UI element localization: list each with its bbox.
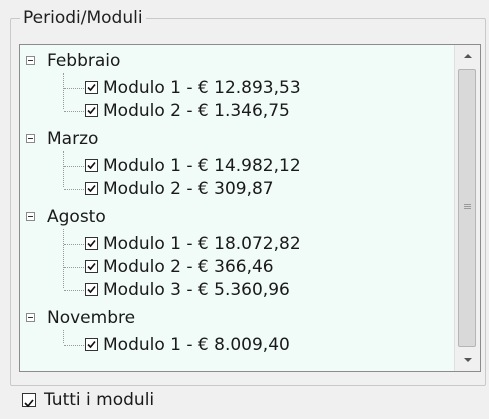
scroll-down-button[interactable] bbox=[455, 349, 480, 371]
checkbox[interactable] bbox=[85, 182, 98, 195]
tree-item-agosto-modulo-1[interactable]: Modulo 1 - € 18.072,82 bbox=[20, 234, 360, 256]
collapse-icon[interactable] bbox=[26, 313, 35, 322]
tree-connector bbox=[64, 166, 84, 167]
tree-item-febbraio-modulo-2[interactable]: Modulo 2 - € 1.346,75 bbox=[20, 101, 360, 123]
checkmark-icon bbox=[87, 239, 96, 248]
module-label: Modulo 1 - € 14.982,12 bbox=[103, 156, 301, 176]
module-label: Modulo 2 - € 1.346,75 bbox=[103, 101, 290, 121]
checkmark-icon bbox=[87, 161, 96, 170]
tree-item-agosto-modulo-3[interactable]: Modulo 3 - € 5.360,96 bbox=[20, 280, 360, 302]
module-label: Modulo 3 - € 5.360,96 bbox=[103, 280, 290, 300]
tree-node-label: Novembre bbox=[47, 308, 136, 328]
tree-node-marzo[interactable]: Marzo bbox=[20, 129, 220, 151]
tree-node-agosto[interactable]: Agosto bbox=[20, 207, 220, 229]
collapse-icon[interactable] bbox=[26, 212, 35, 221]
collapse-icon[interactable] bbox=[26, 56, 35, 65]
scrollbar-thumb[interactable] bbox=[458, 69, 476, 347]
tree-connector bbox=[64, 345, 84, 346]
scroll-up-button[interactable] bbox=[455, 45, 480, 67]
tree-node-label: Marzo bbox=[47, 129, 99, 149]
tree-item-agosto-modulo-2[interactable]: Modulo 2 - € 366,46 bbox=[20, 257, 360, 279]
module-label: Modulo 1 - € 18.072,82 bbox=[103, 234, 301, 254]
checkbox[interactable] bbox=[85, 260, 98, 273]
checkbox[interactable] bbox=[85, 81, 98, 94]
group-title: Periodi/Moduli bbox=[20, 8, 146, 28]
vertical-scrollbar[interactable] bbox=[454, 45, 480, 371]
arrow-up-icon bbox=[464, 54, 472, 58]
checkmark-icon bbox=[87, 285, 96, 294]
checkbox[interactable] bbox=[85, 159, 98, 172]
tree-node-label: Febbraio bbox=[47, 51, 121, 71]
tree-node-label: Agosto bbox=[47, 207, 106, 227]
tree-connector bbox=[64, 244, 84, 245]
tree-connector bbox=[64, 290, 84, 291]
checkbox[interactable] bbox=[85, 283, 98, 296]
module-label: Modulo 2 - € 309,87 bbox=[103, 179, 274, 199]
checkmark-icon bbox=[87, 262, 96, 271]
all-modules-checkbox[interactable] bbox=[22, 393, 36, 408]
tree-item-novembre-modulo-1[interactable]: Modulo 1 - € 8.009,40 bbox=[20, 335, 360, 357]
tree-connector bbox=[64, 189, 84, 190]
collapse-icon[interactable] bbox=[26, 134, 35, 143]
tree-node-febbraio[interactable]: Febbraio bbox=[20, 51, 220, 73]
tree-item-febbraio-modulo-1[interactable]: Modulo 1 - € 12.893,53 bbox=[20, 78, 360, 100]
checkbox[interactable] bbox=[85, 104, 98, 117]
grip-icon bbox=[464, 204, 471, 205]
tree-item-marzo-modulo-2[interactable]: Modulo 2 - € 309,87 bbox=[20, 179, 360, 201]
checkbox[interactable] bbox=[85, 338, 98, 351]
tree-content: Febbraio Modulo 1 - € 12.893,53 Modulo 2… bbox=[20, 45, 452, 371]
periodi-tree[interactable]: Febbraio Modulo 1 - € 12.893,53 Modulo 2… bbox=[19, 44, 481, 372]
checkmark-icon bbox=[87, 340, 96, 349]
checkmark-icon bbox=[87, 184, 96, 193]
module-label: Modulo 1 - € 8.009,40 bbox=[103, 335, 290, 355]
checkbox[interactable] bbox=[85, 237, 98, 250]
tree-node-novembre[interactable]: Novembre bbox=[20, 308, 220, 330]
module-label: Modulo 1 - € 12.893,53 bbox=[103, 78, 301, 98]
tree-connector bbox=[64, 88, 84, 89]
module-label: Modulo 2 - € 366,46 bbox=[103, 257, 274, 277]
tree-connector bbox=[64, 267, 84, 268]
all-modules-label[interactable]: Tutti i moduli bbox=[44, 390, 154, 410]
checkmark-icon bbox=[87, 106, 96, 115]
arrow-down-icon bbox=[464, 358, 472, 362]
checkmark-icon bbox=[24, 399, 34, 408]
checkmark-icon bbox=[87, 83, 96, 92]
tree-item-marzo-modulo-1[interactable]: Modulo 1 - € 14.982,12 bbox=[20, 156, 360, 178]
tree-connector bbox=[64, 111, 84, 112]
